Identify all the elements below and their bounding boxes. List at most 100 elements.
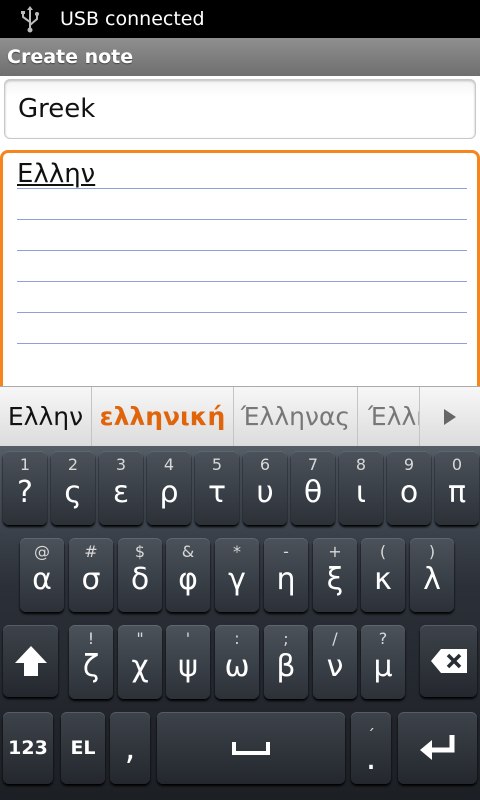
suggestion-item-highlighted[interactable]: ελληνική [92,386,234,447]
key[interactable]: :ω [215,625,259,699]
key-main: ? [17,475,33,510]
shift-icon [14,646,47,676]
key-alt: ( [379,542,387,561]
suggestion-item[interactable]: Έλληνας [234,386,358,447]
space-icon [232,742,270,755]
key-alt: 4 [163,455,175,474]
note-title-input[interactable]: Greek [4,79,476,139]
key-main: α [32,562,52,597]
key-main: η [276,562,296,597]
ruled-line [17,219,467,220]
key-main: μ [373,649,393,684]
ruled-line [17,281,467,282]
backspace-icon [430,649,467,673]
key-main: τ [207,475,227,510]
usb-icon [21,6,39,33]
key[interactable]: 4ρ [147,451,191,525]
key-main: λ [423,562,441,597]
ruled-line [17,250,467,251]
key[interactable]: ) λ [410,538,454,612]
key[interactable]: " χ [118,625,162,699]
ruled-line [17,343,467,344]
key-alt: 2 [67,455,79,474]
key[interactable]: ? μ [361,625,405,699]
key-alt: 8 [355,455,367,474]
key[interactable]: 9ο [387,451,431,525]
comma-key-label: , [124,728,136,768]
suggestion-strip: Ελλην ελληνική Έλληνας Έλλη [0,386,480,447]
numbers-key[interactable]: 123 [3,712,53,784]
key-main: β [276,649,296,684]
key-main: ς [64,475,82,510]
key[interactable]: 7θ [291,451,335,525]
key[interactable]: 5τ [195,451,239,525]
key[interactable]: 0π [435,451,479,525]
key-main: θ [303,475,323,510]
key-alt: # [84,542,98,561]
key[interactable]: 6υ [243,451,287,525]
key-main: δ [130,562,150,597]
shift-key[interactable] [3,625,58,697]
key-alt: ' [185,629,191,648]
key[interactable]: & φ [166,538,210,612]
title-bar: Create note [0,38,480,76]
backspace-key[interactable] [420,625,477,697]
period-key-label: . [365,737,377,778]
key-main: ρ [159,475,179,510]
key-alt: 6 [259,455,271,474]
key[interactable]: 3ε [99,451,143,525]
key-alt: ) [428,542,436,561]
key-main: φ [178,562,198,597]
language-key[interactable]: EL [61,712,105,784]
key-main: σ [81,562,101,597]
note-editor: Greek Ελλην i [0,76,480,454]
key-main: ζ [82,649,100,684]
key[interactable]: * γ [215,538,259,612]
key-main: υ [256,475,274,510]
key-alt: $ [134,542,146,561]
status-bar: USB connected [0,0,480,38]
page-title: Create note [7,46,134,68]
key-main: ξ [326,562,344,597]
key-alt: 9 [403,455,415,474]
key-alt: ; [283,629,289,648]
note-body-text: Ελλην [17,159,96,189]
ruled-line [17,312,467,313]
key[interactable]: 2ς [51,451,95,525]
key[interactable]: $ δ [118,538,162,612]
suggestion-item[interactable]: Έλλη [358,386,420,447]
key-main: ο [399,475,419,510]
key-alt: * [233,542,241,561]
key-alt: / [332,629,338,648]
enter-key[interactable] [398,712,477,784]
key[interactable]: # σ [69,538,113,612]
key-alt: 0 [451,455,463,474]
key-main: ν [326,649,344,684]
key-alt: 3 [115,455,127,474]
key[interactable]: 1? [3,451,47,525]
period-key[interactable]: ΄ . [351,712,391,784]
chevron-right-icon [444,408,456,425]
key-main: χ [131,649,149,684]
key-alt: ! [87,629,95,648]
key[interactable]: @ α [20,538,64,612]
key[interactable]: ! ζ [69,625,113,699]
space-key[interactable] [157,712,345,784]
key[interactable]: ' ψ [166,625,210,699]
keyboard: 1? 2ς 3ε 4ρ 5τ 6υ 7θ 8ι 9ο 0π @ α # σ $ δ &… [0,446,480,800]
key-main: ε [112,475,130,510]
key[interactable]: 8ι [339,451,383,525]
key[interactable]: ; β [264,625,308,699]
key-alt: : [234,629,240,648]
key-main: ι [355,475,367,510]
key[interactable]: (κ [361,538,405,612]
enter-icon [419,735,454,760]
suggestion-item[interactable]: Ελλην [0,386,92,447]
more-suggestions-button[interactable] [420,387,480,447]
key-alt: + [328,542,342,561]
comma-key[interactable]: , [110,712,150,784]
key[interactable]: / ν [313,625,357,699]
key[interactable]: + ξ [313,538,357,612]
key[interactable]: -η [264,538,308,612]
key-alt: & [181,542,195,561]
